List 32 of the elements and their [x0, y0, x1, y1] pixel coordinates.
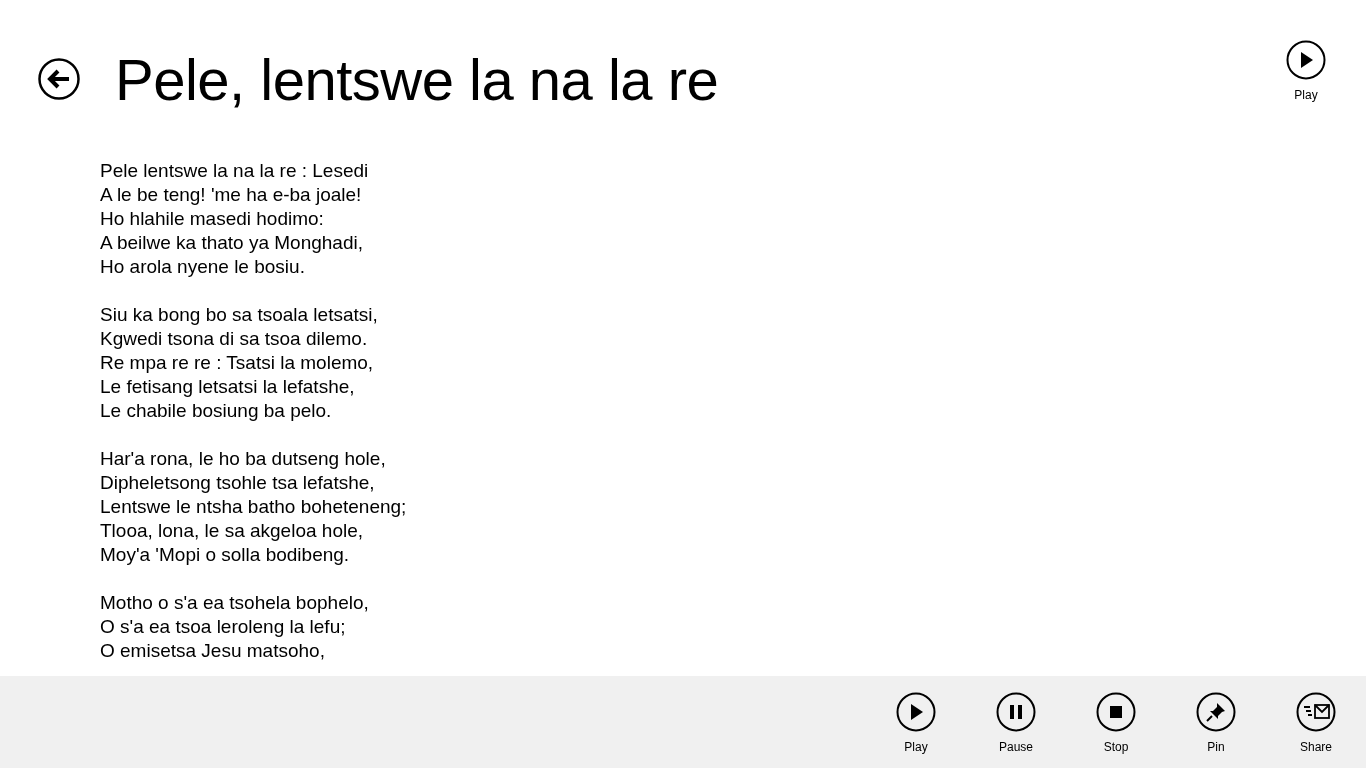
pin-icon: [1196, 692, 1236, 732]
play-icon: [896, 692, 936, 732]
lyric-line: Re mpa re re : Tsatsi la molemo,: [100, 351, 375, 375]
lyric-line: A beilwe ka thato ya Monghadi,: [100, 231, 364, 255]
lyric-line: Lentswe le ntsha batho boheteneng;: [100, 495, 408, 519]
share-button[interactable]: Share: [1276, 692, 1356, 768]
lyric-line: Siu ka bong bo sa tsoala letsatsi,: [100, 303, 379, 327]
play-icon: [1286, 40, 1326, 80]
lyric-line: Kgwedi tsona di sa tsoa dilemo.: [100, 327, 369, 351]
pin-button[interactable]: Pin: [1176, 692, 1256, 768]
play-button[interactable]: Play: [1266, 40, 1346, 102]
pause-icon: [996, 692, 1036, 732]
stop-button[interactable]: Stop: [1076, 692, 1156, 768]
lyric-line: Le chabile bosiung ba pelo.: [100, 399, 333, 423]
share-icon: [1296, 692, 1336, 732]
lyric-line: Ho arola nyene le bosiu.: [100, 255, 306, 279]
pause-button[interactable]: Pause: [976, 692, 1056, 768]
lyric-line: Tlooa, lona, le sa akgeloa hole,: [100, 519, 364, 543]
lyric-line: Pele lentswe la na la re : Lesedi: [100, 159, 370, 183]
lyric-line: O emisetsa Jesu matsoho,: [100, 639, 326, 663]
play-button[interactable]: Play: [876, 692, 956, 768]
lyric-line: Ho hlahile masedi hodimo:: [100, 207, 325, 231]
lyric-line: Dipheletsong tsohle tsa lefatshe,: [100, 471, 376, 495]
page-title: Pele, lentswe la na la re: [115, 46, 719, 114]
lyric-line: O s'a ea tsoa leroleng la lefu;: [100, 615, 347, 639]
lyric-line: Moy'a 'Mopi o solla bodibeng.: [100, 543, 351, 567]
stop-icon: [1096, 692, 1136, 732]
lyric-line: Motho o s'a ea tsohela bophelo,: [100, 591, 370, 615]
lyric-line: Le fetisang letsatsi la lefatshe,: [100, 375, 356, 399]
lyric-line: Har'a rona, le ho ba dutseng hole,: [100, 447, 387, 471]
lyric-line: A le be teng! 'me ha e-ba joale!: [100, 183, 363, 207]
back-button[interactable]: [38, 58, 80, 100]
